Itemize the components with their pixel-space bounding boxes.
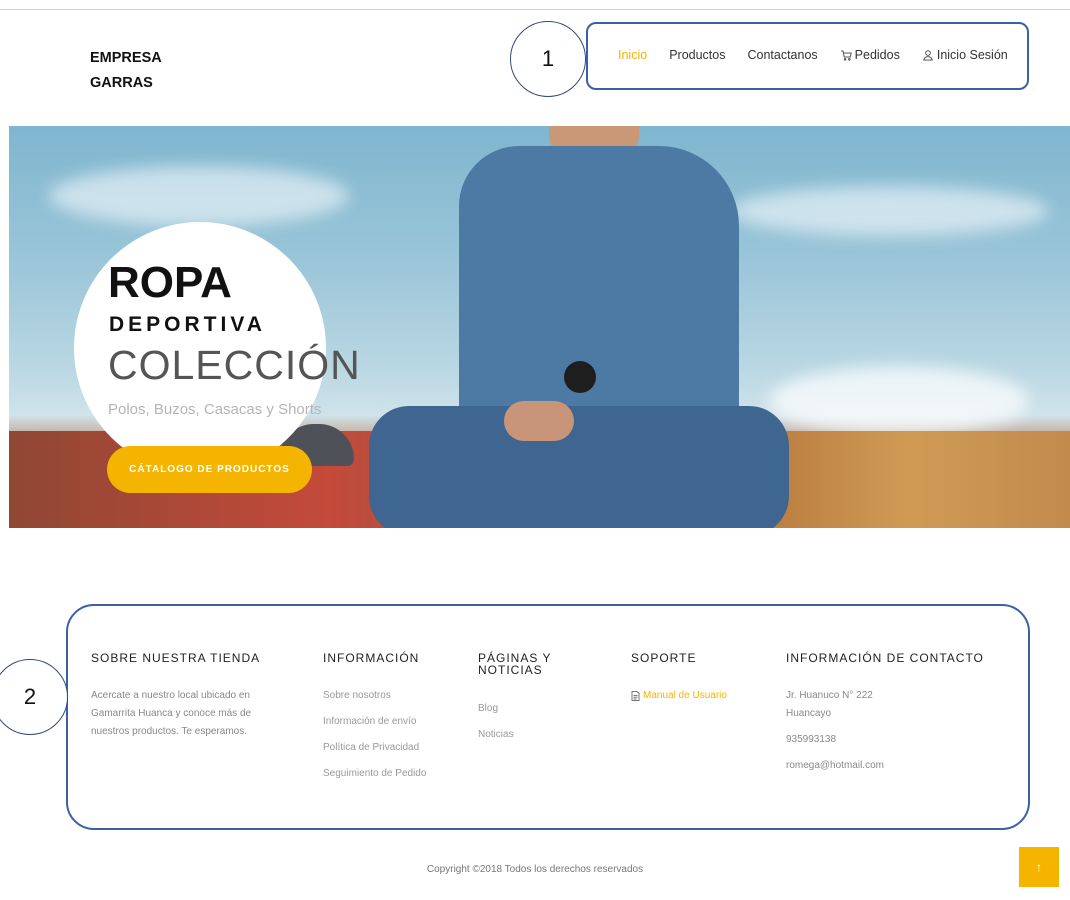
hero-subtitle: DEPORTIVA bbox=[109, 313, 266, 336]
catalog-button[interactable]: CÁTALOGO DE PRODUCTOS bbox=[107, 446, 312, 493]
footer-info-column: INFORMACIÓN Sobre nosotros Información d… bbox=[323, 652, 426, 780]
footer-link-sobre-nosotros[interactable]: Sobre nosotros bbox=[323, 690, 426, 702]
footer-contact-address: Jr. Huanuco N° 222 bbox=[786, 690, 873, 701]
hero-description: Polos, Buzos, Casacas y Shorts bbox=[108, 401, 322, 418]
hero-hand bbox=[504, 401, 574, 441]
nav-label-contactanos: Contactanos bbox=[747, 48, 818, 62]
hero-watch bbox=[564, 361, 596, 393]
hero-person-legs bbox=[369, 406, 789, 528]
user-icon bbox=[923, 50, 933, 61]
footer-contact-city: Huancayo bbox=[786, 708, 832, 719]
top-divider bbox=[0, 9, 1070, 10]
footer-about-text: nuestros productos. Te esperamos. bbox=[91, 726, 248, 737]
footer-link-manual[interactable]: Manual de Usuario bbox=[631, 690, 727, 702]
nav-label-inicio-sesion: Inicio Sesión bbox=[936, 48, 1008, 62]
nav-item-pedidos[interactable]: Pedidos bbox=[840, 48, 900, 62]
brand-logo[interactable]: EMPRESA GARRAS bbox=[90, 46, 162, 96]
footer-link-envio[interactable]: Información de envío bbox=[323, 716, 426, 728]
footer-contact-heading: INFORMACIÓN DE CONTACTO bbox=[786, 651, 984, 665]
nav-label-inicio: Inicio bbox=[618, 48, 648, 62]
footer-link-blog[interactable]: Blog bbox=[478, 703, 551, 715]
hero-collection: COLECCIÓN bbox=[108, 342, 361, 388]
footer-contact-phone: 935993138 bbox=[786, 734, 837, 745]
footer-info-heading: INFORMACIÓN bbox=[323, 651, 420, 665]
footer-link-seguimiento[interactable]: Seguimiento de Pedido bbox=[323, 768, 426, 780]
hero-cloud bbox=[729, 186, 1049, 236]
brand-line-2: GARRAS bbox=[90, 75, 153, 91]
scroll-to-top-button[interactable]: ↑ bbox=[1019, 847, 1059, 887]
nav-item-contactanos[interactable]: Contactanos bbox=[747, 48, 817, 62]
hero-title: ROPA bbox=[108, 258, 232, 307]
footer-about-text: Gamarrita Huanca y conoce más de bbox=[91, 708, 252, 719]
document-icon bbox=[631, 691, 640, 701]
footer-link-noticias[interactable]: Noticias bbox=[478, 729, 551, 741]
footer-about-text: Acercate a nuestro local ubicado en bbox=[91, 690, 250, 701]
cart-icon bbox=[840, 50, 852, 61]
footer-annotation-number: 2 bbox=[23, 684, 37, 709]
brand-line-1: EMPRESA bbox=[90, 50, 162, 66]
nav-label-pedidos: Pedidos bbox=[854, 48, 900, 62]
footer-contact-email: romega@hotmail.com bbox=[786, 760, 884, 771]
copyright-text: Copyright ©2018 Todos los derechos reser… bbox=[426, 864, 644, 875]
footer-pages-heading: PÁGINAS Y NOTICIAS bbox=[478, 652, 551, 676]
nav-label-productos: Productos bbox=[669, 48, 726, 62]
footer-link-manual-label: Manual de Usuario bbox=[643, 690, 727, 701]
footer-annotation-marker: 2 bbox=[0, 659, 68, 735]
hero-cloud bbox=[769, 366, 1029, 436]
footer-about-column: SOBRE NUESTRA TIENDA Acercate a nuestro … bbox=[91, 652, 260, 741]
footer-link-privacidad[interactable]: Política de Privacidad bbox=[323, 742, 426, 754]
hero-cloud bbox=[49, 166, 349, 226]
arrow-up-icon: ↑ bbox=[1036, 860, 1042, 874]
footer-pages-heading-line2: NOTICIAS bbox=[478, 663, 543, 677]
nav-item-productos[interactable]: Productos bbox=[669, 48, 725, 62]
footer-support-column: SOPORTE Manual de Usuario bbox=[631, 652, 727, 702]
footer-contact-column: INFORMACIÓN DE CONTACTO Jr. Huanuco N° 2… bbox=[786, 652, 984, 775]
nav-annotation-marker: 1 bbox=[510, 21, 586, 97]
footer-support-heading: SOPORTE bbox=[631, 651, 697, 665]
nav-annotation-number: 1 bbox=[541, 46, 555, 71]
footer-about-heading: SOBRE NUESTRA TIENDA bbox=[91, 651, 261, 665]
footer-pages-column: PÁGINAS Y NOTICIAS Blog Noticias bbox=[478, 652, 551, 741]
nav-item-inicio[interactable]: Inicio bbox=[618, 48, 647, 62]
main-nav: Inicio Productos Contactanos Pedidos Ini… bbox=[618, 48, 1008, 62]
nav-item-inicio-sesion[interactable]: Inicio Sesión bbox=[922, 48, 1008, 62]
